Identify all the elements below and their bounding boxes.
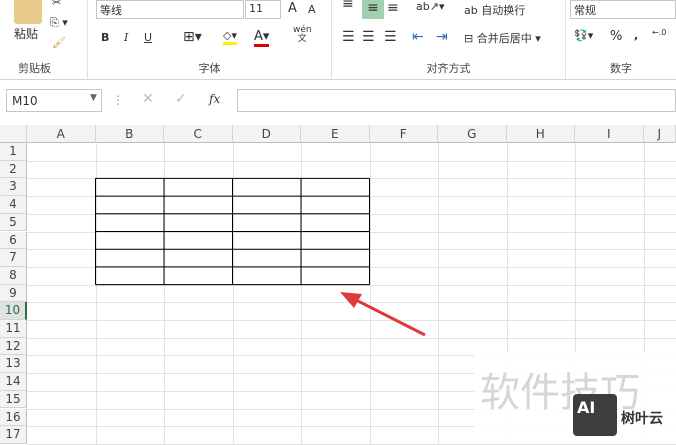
- watermark-logo: AI: [573, 394, 617, 436]
- watermark-area: 软件技巧 AI 树叶云: [474, 352, 676, 444]
- bordered-table: [96, 178, 370, 284]
- red-arrow-shaft: [352, 298, 425, 335]
- watermark-brand: 树叶云: [621, 408, 663, 428]
